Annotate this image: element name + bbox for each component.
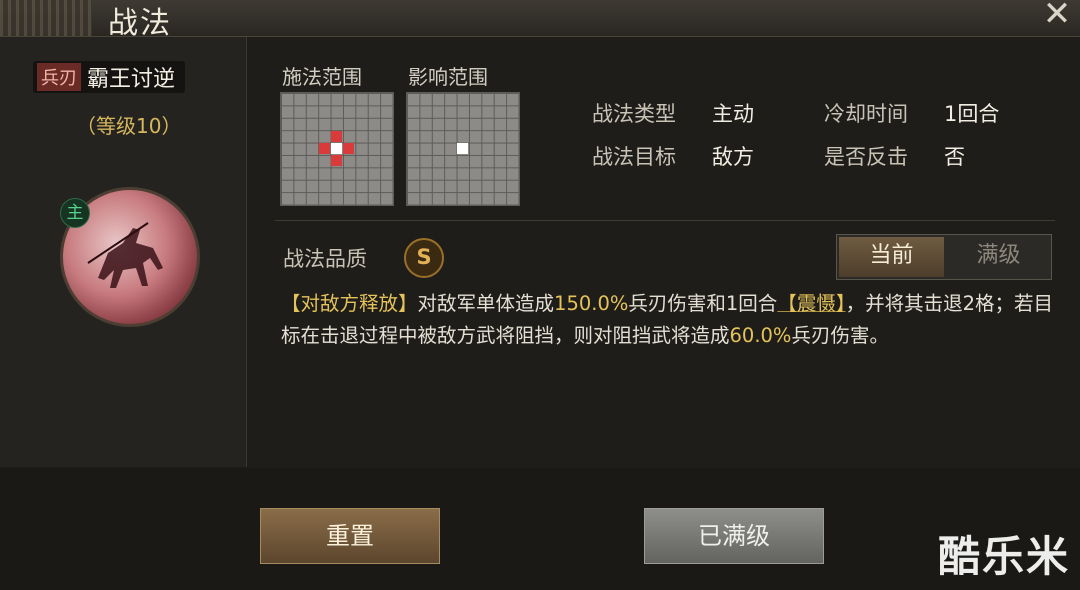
cooldown-label: 冷却时间 <box>824 102 908 126</box>
watermark: 酷乐米 <box>937 532 1070 581</box>
skill-name-box: 兵刃 霸王讨逆 <box>33 61 186 93</box>
tab-max-level[interactable]: 满级 <box>946 235 1051 279</box>
main-skill-badge: 主 <box>60 198 90 228</box>
desc-text: 对敌军单体造成 <box>417 292 555 315</box>
range-cell-target <box>457 143 468 154</box>
range-cell-red <box>331 131 342 142</box>
range-cell-red <box>331 155 342 166</box>
range-cell-origin <box>331 143 342 154</box>
skill-type-value: 主动 <box>712 102 754 126</box>
cast-range-label: 施法范围 <box>282 65 362 89</box>
cooldown-value: 1回合 <box>944 102 1000 126</box>
counter-value: 否 <box>944 145 965 169</box>
range-cell-red <box>343 143 354 154</box>
range-cell-red <box>319 143 330 154</box>
close-icon[interactable]: ✕ <box>1040 0 1074 31</box>
desc-damage-rate: 150.0% <box>554 292 629 315</box>
desc-trigger: 【对敌方释放】 <box>281 292 418 315</box>
weapon-type-tag: 兵刃 <box>37 63 81 91</box>
skill-name: 霸王讨逆 <box>87 67 176 92</box>
bottom-bar <box>0 468 1080 590</box>
quality-grade-badge: S <box>404 238 444 278</box>
maxed-button[interactable]: 已满级 <box>644 508 824 564</box>
effect-range-label: 影响范围 <box>408 65 488 89</box>
effect-range-grid <box>406 92 520 206</box>
title-bar: 战法 ✕ <box>0 0 1080 41</box>
desc-block-damage-rate: 60.0% <box>729 324 792 347</box>
horse-rider-icon <box>87 222 163 288</box>
window-title: 战法 <box>108 6 172 41</box>
section-divider <box>275 220 1055 221</box>
desc-status-effect: 【震慑】 <box>777 292 846 315</box>
title-ornament <box>0 0 92 36</box>
counter-label: 是否反击 <box>824 145 908 169</box>
skill-target-label: 战法目标 <box>592 145 676 169</box>
tab-current[interactable]: 当前 <box>839 237 944 277</box>
skill-description: 【对敌方释放】对敌军单体造成150.0%兵刃伤害和1回合【震慑】，并将其击退2格… <box>281 288 1061 352</box>
skill-type-label: 战法类型 <box>592 102 676 126</box>
cast-range-grid <box>280 92 394 206</box>
skill-target-value: 敌方 <box>712 145 754 169</box>
quality-label: 战法品质 <box>283 247 367 271</box>
skill-level: （等级10） <box>76 114 182 138</box>
reset-button[interactable]: 重置 <box>260 508 440 564</box>
level-view-tabs: 当前 满级 <box>836 234 1052 280</box>
desc-text: 兵刃伤害。 <box>791 324 889 347</box>
desc-text: 兵刃伤害和1回合 <box>628 292 778 315</box>
